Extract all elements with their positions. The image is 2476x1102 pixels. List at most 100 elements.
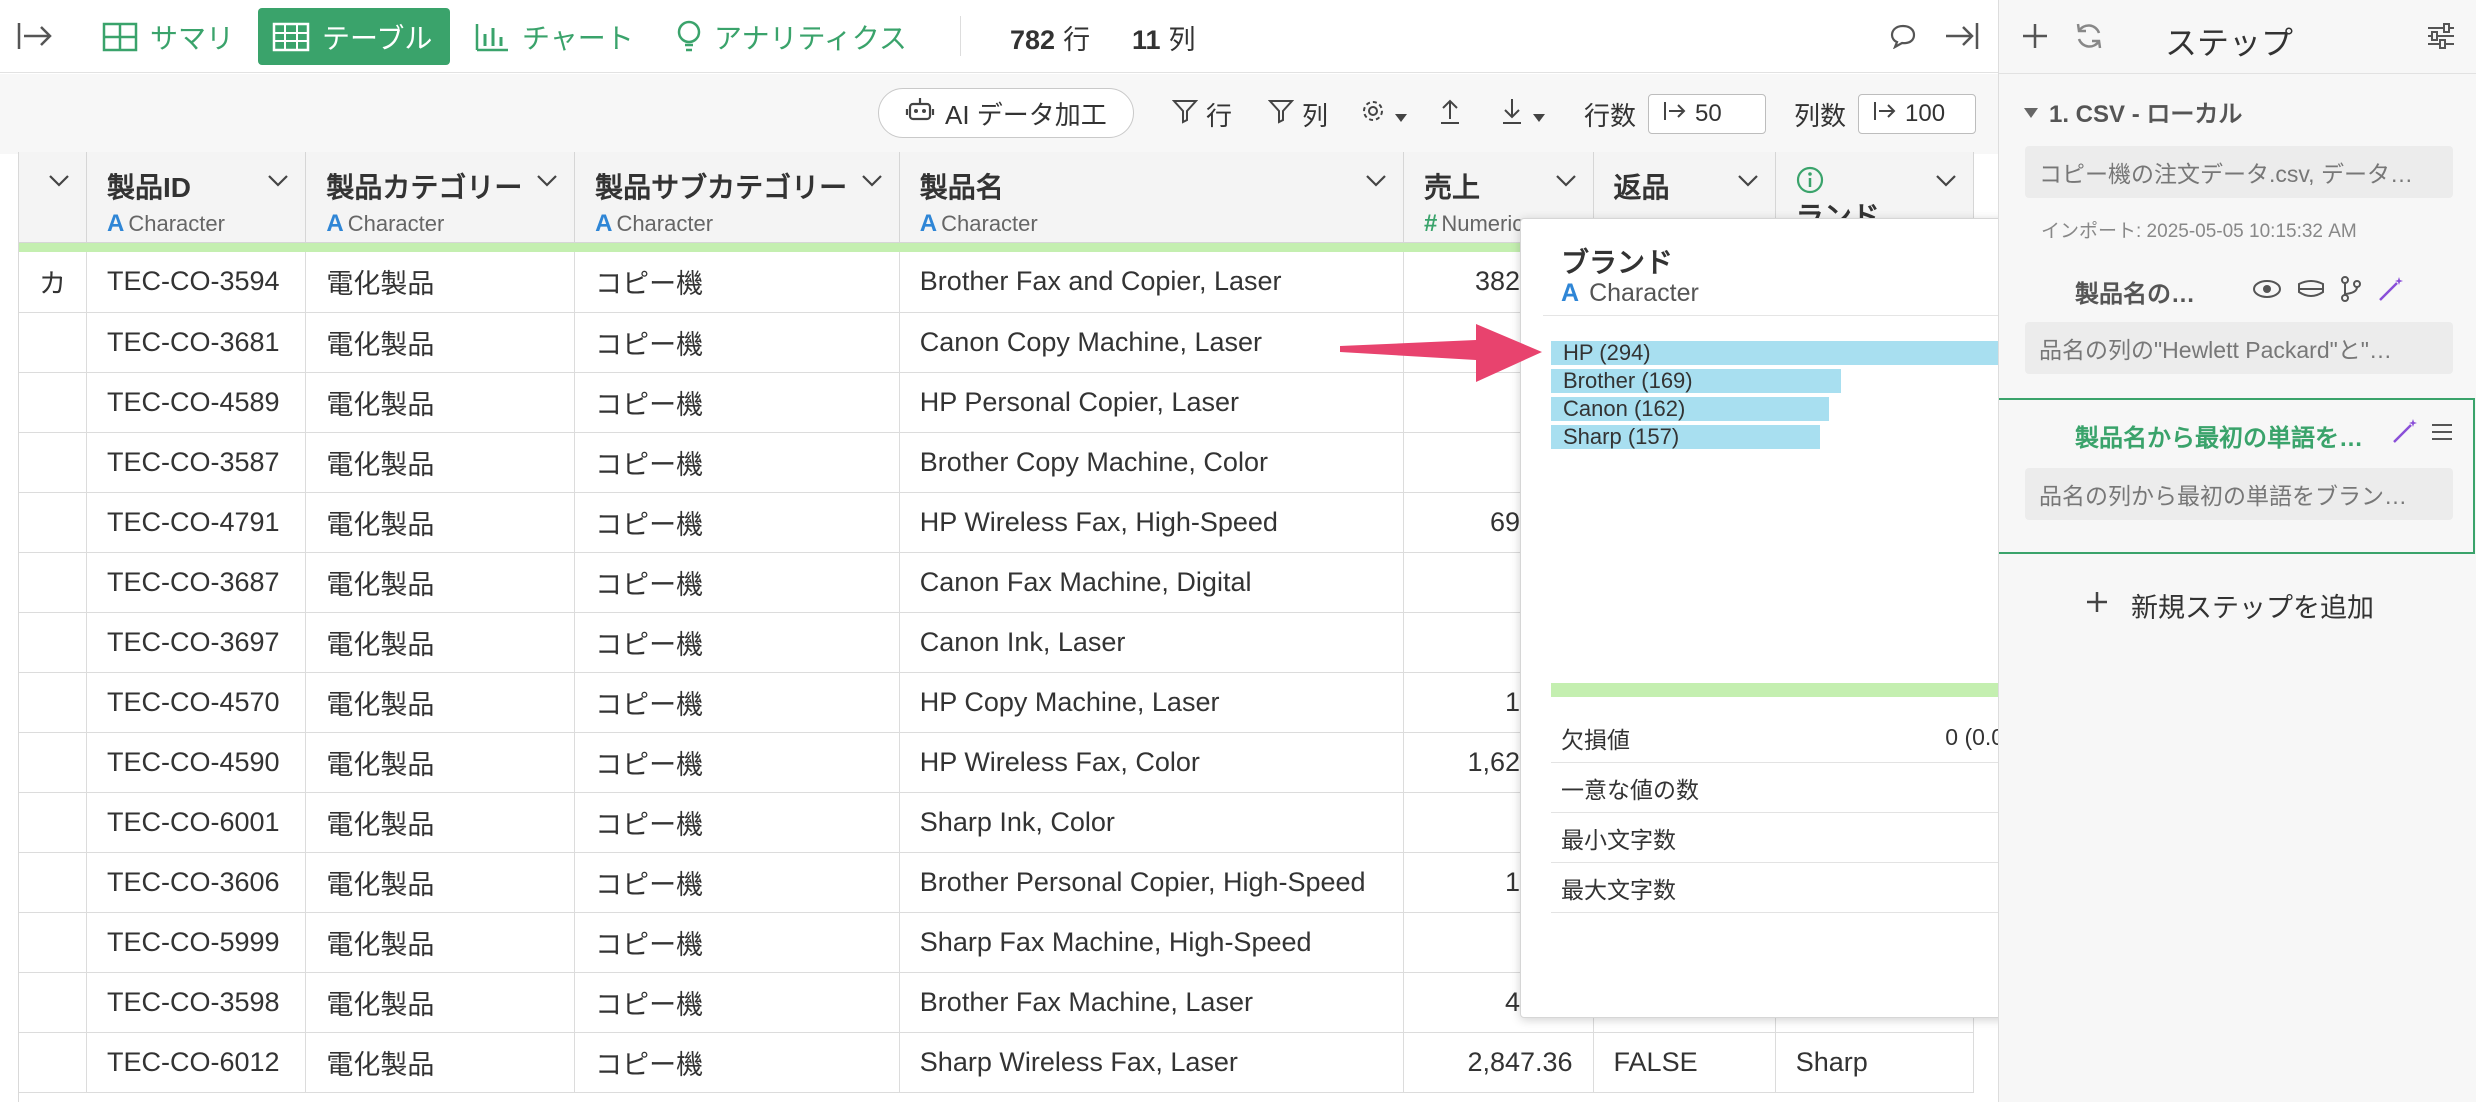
frequency-bar[interactable]: Brother (169): [1551, 368, 1841, 393]
table-cell[interactable]: 電化製品: [305, 492, 576, 553]
table-cell[interactable]: Canon Copy Machine, Laser: [899, 312, 1405, 373]
tab-chart[interactable]: チャート: [460, 8, 648, 65]
row-limit-input[interactable]: 50: [1648, 94, 1766, 134]
table-cell[interactable]: 電化製品: [305, 612, 576, 673]
table-cell[interactable]: 電化製品: [305, 372, 576, 433]
table-cell[interactable]: カ: [19, 252, 87, 313]
table-cell[interactable]: 電化製品: [305, 852, 576, 913]
table-cell[interactable]: [19, 312, 87, 373]
table-cell[interactable]: HP Wireless Fax, High-Speed: [899, 492, 1405, 553]
table-cell[interactable]: TEC-CO-6001: [86, 792, 307, 853]
table-cell[interactable]: TEC-CO-5999: [86, 912, 307, 973]
table-cell[interactable]: 電化製品: [305, 252, 576, 313]
table-cell[interactable]: 電化製品: [305, 552, 576, 613]
table-cell[interactable]: TEC-CO-6012: [86, 1032, 307, 1093]
step-1-file[interactable]: コピー機の注文データ.csv, データ…: [2025, 146, 2453, 198]
table-cell[interactable]: TEC-CO-3697: [86, 612, 307, 673]
chevron-down-icon[interactable]: [48, 174, 70, 193]
table-cell[interactable]: コピー機: [574, 552, 900, 613]
table-cell[interactable]: 電化製品: [305, 672, 576, 733]
table-cell[interactable]: Brother Copy Machine, Color: [899, 432, 1405, 493]
table-cell[interactable]: 電化製品: [305, 912, 576, 973]
table-cell[interactable]: TEC-CO-3587: [86, 432, 307, 493]
collapse-right-icon[interactable]: [1940, 18, 1982, 54]
table-cell[interactable]: コピー機: [574, 972, 900, 1033]
refresh-icon[interactable]: [2071, 18, 2107, 54]
table-cell[interactable]: [19, 792, 87, 853]
table-cell[interactable]: 2,847.36: [1403, 1032, 1594, 1093]
table-cell[interactable]: コピー機: [574, 372, 900, 433]
frequency-bar[interactable]: Canon (162): [1551, 396, 1829, 421]
table-cell[interactable]: Brother Fax Machine, Laser: [899, 972, 1405, 1033]
table-cell[interactable]: TEC-CO-3598: [86, 972, 307, 1033]
table-cell[interactable]: 電化製品: [305, 732, 576, 793]
table-cell[interactable]: [19, 912, 87, 973]
table-cell[interactable]: [19, 432, 87, 493]
column-limit-input[interactable]: 100: [1858, 94, 1976, 134]
table-cell[interactable]: [19, 972, 87, 1033]
step-3-header[interactable]: 製品名から最初の単語を…: [2075, 418, 2363, 453]
table-cell[interactable]: 電化製品: [305, 312, 576, 373]
table-cell[interactable]: Canon Fax Machine, Digital: [899, 552, 1405, 613]
chevron-down-icon[interactable]: [1737, 174, 1759, 193]
table-cell[interactable]: [19, 732, 87, 793]
table-cell[interactable]: 電化製品: [305, 1032, 576, 1093]
column-header[interactable]: 製品カテゴリー A Character: [305, 152, 576, 243]
table-cell[interactable]: コピー機: [574, 732, 900, 793]
collapse-left-icon[interactable]: [14, 18, 56, 54]
table-cell[interactable]: 電化製品: [305, 432, 576, 493]
table-cell[interactable]: コピー機: [574, 852, 900, 913]
table-cell[interactable]: HP Wireless Fax, Color: [899, 732, 1405, 793]
table-cell[interactable]: Brother Personal Copier, High-Speed: [899, 852, 1405, 913]
table-cell[interactable]: コピー機: [574, 792, 900, 853]
table-cell[interactable]: Sharp Fax Machine, High-Speed: [899, 912, 1405, 973]
table-cell[interactable]: TEC-CO-4590: [86, 732, 307, 793]
table-cell[interactable]: コピー機: [574, 912, 900, 973]
tab-summary[interactable]: サマリ: [88, 8, 248, 65]
table-cell[interactable]: TEC-CO-3606: [86, 852, 307, 913]
magic-wand-icon[interactable]: [2389, 416, 2421, 446]
chevron-down-icon[interactable]: [1365, 174, 1387, 193]
table-cell[interactable]: コピー機: [574, 312, 900, 373]
table-cell[interactable]: コピー機: [574, 432, 900, 493]
tab-analytics[interactable]: アナリティクス: [662, 8, 921, 65]
magic-wand-icon[interactable]: [2375, 274, 2407, 304]
step-2-description[interactable]: 品名の列の"Hewlett Packard"と"…: [2025, 322, 2453, 374]
chevron-down-icon[interactable]: [861, 174, 883, 193]
table-cell[interactable]: コピー機: [574, 1032, 900, 1093]
frequency-bar[interactable]: HP (294): [1551, 340, 2055, 365]
menu-icon[interactable]: [2427, 418, 2457, 446]
table-cell[interactable]: Sharp: [1775, 1032, 1974, 1093]
add-icon[interactable]: [2017, 18, 2053, 54]
table-cell[interactable]: TEC-CO-3687: [86, 552, 307, 613]
chevron-down-icon[interactable]: [1555, 174, 1577, 193]
column-header[interactable]: 製品名 A Character: [899, 152, 1405, 243]
column-header[interactable]: 製品ID A Character: [86, 152, 307, 243]
table-cell[interactable]: [19, 492, 87, 553]
table-cell[interactable]: コピー機: [574, 672, 900, 733]
step-3-description[interactable]: 品名の列から最初の単語をブラン…: [2025, 468, 2453, 520]
filter-columns-button[interactable]: 列: [1267, 96, 1328, 132]
table-cell[interactable]: 電化製品: [305, 972, 576, 1033]
table-cell[interactable]: [19, 612, 87, 673]
column-header[interactable]: [19, 152, 87, 243]
upload-button[interactable]: [1438, 96, 1462, 132]
frequency-bar[interactable]: Sharp (157): [1551, 424, 1820, 449]
ai-data-processing-button[interactable]: AI データ加工: [878, 88, 1134, 138]
comment-icon[interactable]: [1886, 20, 1920, 52]
table-cell[interactable]: 電化製品: [305, 792, 576, 853]
table-cell[interactable]: Canon Ink, Laser: [899, 612, 1405, 673]
table-cell[interactable]: [19, 852, 87, 913]
table-cell[interactable]: FALSE: [1593, 1032, 1776, 1093]
table-cell[interactable]: Sharp Ink, Color: [899, 792, 1405, 853]
table-cell[interactable]: TEC-CO-3681: [86, 312, 307, 373]
table-cell[interactable]: コピー機: [574, 252, 900, 313]
chevron-down-icon[interactable]: [267, 174, 289, 193]
sliders-icon[interactable]: [2423, 18, 2459, 54]
table-cell[interactable]: [19, 1032, 87, 1093]
add-step-button[interactable]: 新規ステップを追加: [2085, 586, 2374, 625]
table-cell[interactable]: TEC-CO-4791: [86, 492, 307, 553]
table-cell[interactable]: TEC-CO-4589: [86, 372, 307, 433]
tab-table[interactable]: テーブル: [258, 8, 450, 65]
column-header[interactable]: 製品サブカテゴリー A Character: [574, 152, 900, 243]
